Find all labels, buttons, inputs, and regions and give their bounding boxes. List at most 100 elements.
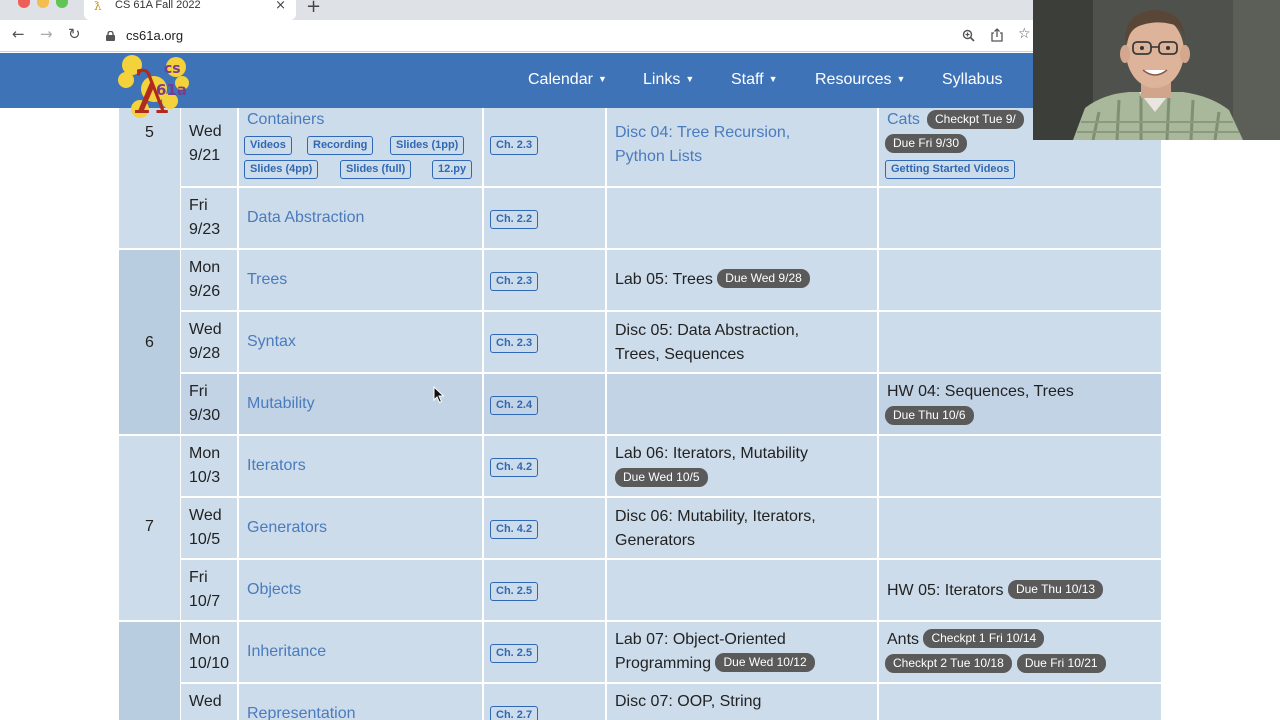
- discussion-title-line2: Generators: [615, 532, 696, 549]
- lab-cell: Lab 06: Iterators, Mutability Due Wed 10…: [607, 436, 879, 496]
- row-date: Wed 9/21: [189, 120, 222, 168]
- lecture-link[interactable]: Iterators: [247, 457, 306, 475]
- chapter-button[interactable]: Ch. 2.3: [490, 334, 539, 353]
- discussion-title-line2: Trees, Sequences: [615, 346, 745, 363]
- row-day: Mon: [189, 631, 221, 648]
- lecture-link[interactable]: Data Abstraction: [247, 209, 364, 227]
- lecture-link[interactable]: Objects: [247, 581, 301, 599]
- homework-link[interactable]: HW 05: Iterators: [887, 582, 1003, 599]
- date-cell: Mon 9/26: [181, 250, 239, 310]
- svg-text:61a: 61a: [156, 81, 187, 99]
- row-day: Wed: [189, 507, 222, 524]
- nav-staff[interactable]: Staff ▼: [731, 71, 778, 89]
- row-date: Mon 10/10: [189, 628, 229, 676]
- tab-close-icon[interactable]: ×: [275, 0, 286, 13]
- forward-icon[interactable]: →: [40, 25, 53, 43]
- back-icon[interactable]: ←: [12, 25, 25, 43]
- discussion-title-line2: Python Lists: [615, 148, 703, 165]
- window-close-button[interactable]: [18, 0, 30, 8]
- discussion-title: Disc 05: Data Abstraction,: [615, 322, 800, 339]
- lecture-link[interactable]: Generators: [247, 519, 327, 537]
- chapter-button[interactable]: Ch. 2.4: [490, 396, 539, 415]
- due-badge: Due Wed 9/28: [717, 269, 810, 288]
- lab-link[interactable]: Lab 07: Object-Oriented: [615, 628, 786, 652]
- due-badge: Due Thu 10/6: [885, 406, 974, 425]
- project-link[interactable]: Ants: [887, 631, 919, 648]
- slides-1pp-button[interactable]: Slides (1pp): [390, 136, 465, 155]
- discussion-link[interactable]: Disc 06: Mutability, Iterators, Generator…: [615, 505, 816, 553]
- presenter-video: [1033, 0, 1280, 140]
- lab-entry: Lab 05: Trees Due Wed 9/28: [615, 268, 810, 292]
- lab-link[interactable]: Lab 05: Trees: [615, 271, 713, 288]
- window-minimize-button[interactable]: [37, 0, 49, 8]
- nav-links[interactable]: Links ▼: [643, 71, 694, 89]
- address-bar[interactable]: cs61a.org ☆: [96, 23, 1046, 49]
- chapter-button[interactable]: Ch. 2.3: [490, 136, 539, 155]
- svg-text:cs: cs: [164, 61, 181, 77]
- checkpoint-badge: Checkpt 2 Tue 10/18: [885, 654, 1012, 673]
- recording-button[interactable]: Recording: [307, 136, 374, 155]
- lecture-cell: Syntax: [239, 312, 484, 372]
- lecture-link[interactable]: Containers: [247, 111, 324, 129]
- lab-link[interactable]: Lab 06: Iterators, Mutability: [615, 442, 808, 466]
- row-day: Mon: [189, 259, 221, 276]
- share-icon[interactable]: [991, 28, 1003, 42]
- discussion-link[interactable]: Disc 05: Data Abstraction, Trees, Sequenc…: [615, 319, 799, 367]
- chapter-button[interactable]: Ch. 4.2: [490, 520, 539, 539]
- cs61a-logo[interactable]: λ cs 61a: [118, 53, 190, 123]
- slides-full-button[interactable]: Slides (full): [340, 160, 412, 179]
- row-day-date: 10/10: [189, 655, 230, 672]
- chapter-button[interactable]: Ch. 4.2: [490, 458, 539, 477]
- table-row: Wed 10/5 Generators Ch. 4.2 Disc 06: Muta…: [181, 498, 1161, 560]
- code-file-button[interactable]: 12.py: [432, 160, 473, 179]
- reading-cell: Ch. 2.3: [484, 250, 607, 310]
- slides-4pp-button[interactable]: Slides (4pp): [244, 160, 319, 179]
- browser-tab-active[interactable]: ƛ CS 61A Fall 2022 ×: [84, 0, 296, 20]
- reading-cell: Ch. 4.2: [484, 498, 607, 558]
- lab-title-line2[interactable]: Programming: [615, 655, 711, 672]
- homework-cell: [879, 498, 1161, 558]
- nav-calendar[interactable]: Calendar ▼: [528, 71, 607, 89]
- reading-cell: Ch. 2.4: [484, 374, 607, 434]
- lecture-link[interactable]: Representation: [247, 705, 356, 720]
- discussion-link[interactable]: Disc 07: OOP, String: [615, 690, 761, 714]
- lecture-cell: Mutability: [239, 374, 484, 434]
- getting-started-videos-button[interactable]: Getting Started Videos: [885, 160, 1016, 179]
- project-link[interactable]: Cats: [887, 108, 920, 132]
- new-tab-icon[interactable]: +: [306, 0, 321, 17]
- lecture-link[interactable]: Syntax: [247, 333, 296, 351]
- nav-resources[interactable]: Resources ▼: [815, 71, 905, 89]
- project-entry: Ants Checkpt 1 Fri 10/14: [887, 628, 1045, 652]
- videos-button[interactable]: Videos: [244, 136, 292, 155]
- week-cell-6: 6: [119, 250, 180, 436]
- bookmark-star-icon[interactable]: ☆: [1018, 26, 1031, 42]
- project-badges: Checkpt 2 Tue 10/18 Due Fri 10/21: [885, 654, 1106, 673]
- window-maximize-button[interactable]: [56, 0, 68, 8]
- lecture-link[interactable]: Mutability: [247, 395, 315, 413]
- chapter-button[interactable]: Ch. 2.5: [490, 644, 539, 663]
- reading-cell: Ch. 2.2: [484, 188, 607, 248]
- chapter-button[interactable]: Ch. 2.5: [490, 582, 539, 601]
- row-day-date: 10/3: [189, 469, 221, 486]
- date-cell: Mon 10/3: [181, 436, 239, 496]
- lab-cell: [607, 374, 879, 434]
- chapter-button[interactable]: Ch. 2.2: [490, 210, 539, 229]
- chapter-button[interactable]: Ch. 2.3: [490, 272, 539, 291]
- discussion-title: Disc 06: Mutability, Iterators,: [615, 508, 816, 525]
- zoom-icon[interactable]: [962, 29, 975, 42]
- lab-cell: [607, 188, 879, 248]
- homework-cell: [879, 188, 1161, 248]
- nav-resources-label: Resources: [815, 71, 892, 88]
- lecture-link[interactable]: Trees: [247, 271, 287, 289]
- nav-syllabus[interactable]: Syllabus: [942, 71, 1002, 89]
- row-date: Mon 9/26: [189, 256, 220, 304]
- discussion-link[interactable]: Disc 04: Tree Recursion, Python Lists: [615, 121, 790, 169]
- chapter-button[interactable]: Ch. 2.7: [490, 706, 539, 720]
- lecture-link[interactable]: Inheritance: [247, 643, 326, 661]
- reload-icon[interactable]: ↻: [68, 25, 81, 43]
- lecture-cell: Representation: [239, 684, 484, 720]
- homework-link[interactable]: HW 04: Sequences, Trees: [887, 380, 1074, 404]
- date-cell: Mon 10/10: [181, 622, 239, 682]
- due-badge: Due Wed 10/5: [615, 468, 708, 487]
- row-date: Wed 9/28: [189, 318, 222, 366]
